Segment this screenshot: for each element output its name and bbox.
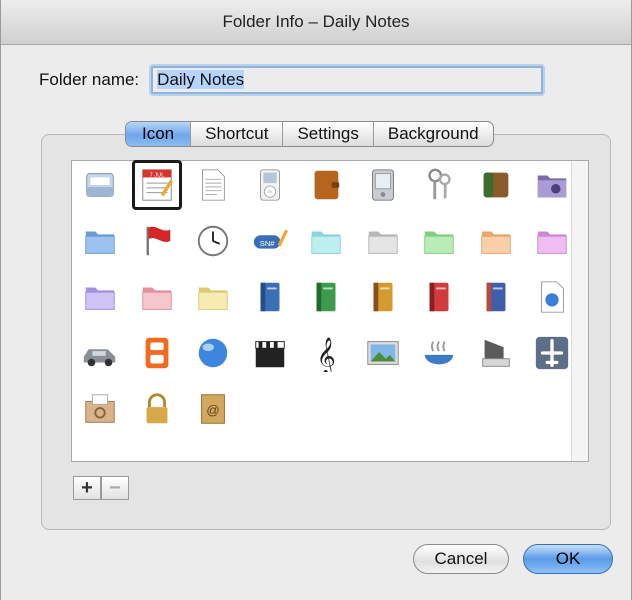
tab-settings[interactable]: Settings xyxy=(282,122,372,146)
folder-name-label: Folder name: xyxy=(39,70,140,89)
mail-recycle-box-icon[interactable] xyxy=(78,387,122,431)
blue-book-icon[interactable] xyxy=(248,275,292,319)
tab-shortcut[interactable]: Shortcut xyxy=(190,122,282,146)
svg-text:SN#: SN# xyxy=(259,239,275,248)
pda-icon[interactable] xyxy=(361,163,405,207)
padlock-icon[interactable] xyxy=(135,387,179,431)
folder-info-dialog: Folder Info – Daily Notes Folder name: D… xyxy=(0,0,632,600)
green-folder-icon[interactable] xyxy=(417,219,461,263)
wallet-icon[interactable] xyxy=(474,163,518,207)
orange-folder-icon[interactable] xyxy=(474,219,518,263)
globe-document-icon[interactable] xyxy=(530,275,574,319)
cyan-folder-icon[interactable] xyxy=(304,219,348,263)
lavender-folder-icon[interactable] xyxy=(78,275,122,319)
blue-folder-icon[interactable] xyxy=(78,219,122,263)
cancel-button[interactable]: Cancel xyxy=(413,544,509,574)
svg-text:𝄞: 𝄞 xyxy=(316,336,335,372)
ipod-icon[interactable] xyxy=(248,163,292,207)
window-title: Folder Info – Daily Notes xyxy=(1,0,631,45)
green-book-icon[interactable] xyxy=(304,275,348,319)
airplane-icon[interactable] xyxy=(530,331,574,375)
folder-name-row: Folder name: Daily Notes xyxy=(39,66,544,94)
navy-book-icon[interactable] xyxy=(474,275,518,319)
purple-gear-folder-icon[interactable] xyxy=(530,163,574,207)
car-icon[interactable] xyxy=(78,331,122,375)
add-icon-button[interactable]: + xyxy=(73,476,101,500)
tab-icon[interactable]: Icon xyxy=(126,122,191,146)
clock-icon[interactable] xyxy=(191,219,235,263)
tab-background[interactable]: Background xyxy=(372,122,493,146)
remove-icon-button[interactable]: − xyxy=(101,476,129,500)
sn-pencil-icon[interactable]: SN# xyxy=(248,219,292,263)
digital-eight-icon[interactable] xyxy=(135,331,179,375)
gray-folder-icon[interactable] xyxy=(361,219,405,263)
yellow-folder-icon[interactable] xyxy=(191,275,235,319)
calendar-notepad-icon[interactable]: 7 JUL xyxy=(131,160,182,210)
landscape-picture-icon[interactable] xyxy=(361,331,405,375)
clapperboard-icon[interactable] xyxy=(248,331,292,375)
svg-text:@: @ xyxy=(206,403,220,418)
folder-name-value: Daily Notes xyxy=(157,70,245,89)
folder-name-input[interactable]: Daily Notes xyxy=(151,66,544,94)
magenta-folder-icon[interactable] xyxy=(530,219,574,263)
inbox-tray-icon[interactable] xyxy=(78,163,122,207)
pink-folder-icon[interactable] xyxy=(135,275,179,319)
orange-book-icon[interactable] xyxy=(361,275,405,319)
steaming-bowl-icon[interactable] xyxy=(417,331,461,375)
svg-text:7 JUL: 7 JUL xyxy=(149,172,164,178)
address-book-icon[interactable]: @ xyxy=(191,387,235,431)
red-flag-icon[interactable] xyxy=(135,219,179,263)
tab-bar: Icon Shortcut Settings Background xyxy=(125,121,494,147)
blue-globe-icon[interactable] xyxy=(191,331,235,375)
treble-clef-icon[interactable]: 𝄞 xyxy=(304,331,348,375)
network-drive-icon[interactable] xyxy=(474,331,518,375)
red-book-icon[interactable] xyxy=(417,275,461,319)
ok-button[interactable]: OK xyxy=(523,544,613,574)
text-document-icon[interactable] xyxy=(191,163,235,207)
leather-organizer-icon[interactable] xyxy=(304,163,348,207)
keys-icon[interactable] xyxy=(417,163,461,207)
icon-grid: 7 JUL SN# 𝄞 @ xyxy=(71,160,589,462)
